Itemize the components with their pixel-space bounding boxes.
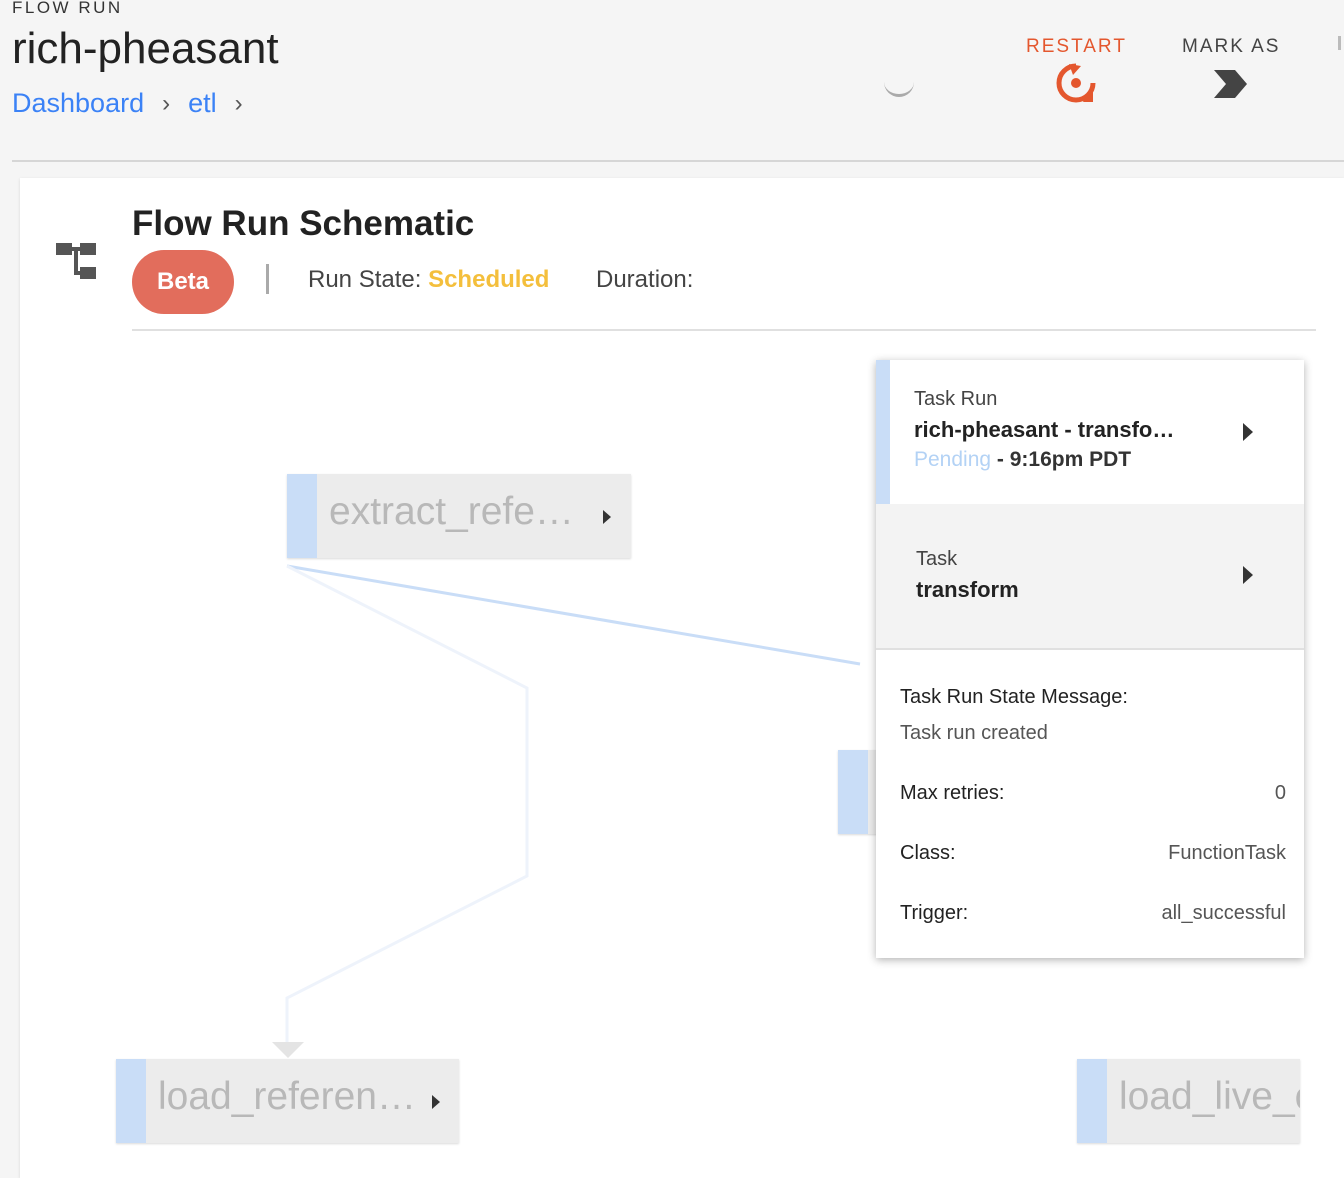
task-node-load-reference[interactable]: load_referen… xyxy=(116,1059,459,1143)
page-overline: FLOW RUN xyxy=(12,0,123,17)
beta-badge: Beta xyxy=(132,250,234,314)
page-title: rich-pheasant xyxy=(12,24,279,73)
play-arrow-icon[interactable] xyxy=(1243,566,1253,584)
mark-as-button[interactable]: MARK AS xyxy=(1182,36,1280,106)
node-label: load_referen… xyxy=(158,1075,416,1118)
play-arrow-icon[interactable] xyxy=(1243,423,1253,441)
task-heading: Task xyxy=(916,548,958,570)
overflow-indicator xyxy=(1338,36,1341,50)
task-run-status: Pending - 9:16pm PDT xyxy=(914,448,1131,472)
task-run-time: - 9:16pm PDT xyxy=(991,448,1132,471)
task-run-heading: Task Run xyxy=(914,388,998,410)
max-retries-row: Max retries: 0 xyxy=(900,782,1286,805)
task-run-state-bar xyxy=(876,360,890,504)
task-node-extract[interactable]: extract_refe… xyxy=(287,474,631,558)
chevron-right-icon: › xyxy=(162,89,171,117)
restart-button[interactable]: RESTART xyxy=(1026,36,1127,110)
trigger-row: Trigger: all_successful xyxy=(900,902,1286,925)
duration-label: Duration: xyxy=(596,266,694,293)
state-message-value: Task run created xyxy=(900,722,1048,744)
schematic-icon xyxy=(56,243,96,279)
header-divider xyxy=(12,160,1344,162)
mark-as-label: MARK AS xyxy=(1182,36,1281,57)
task-run-state: Pending xyxy=(914,448,992,471)
mark-as-chevron-icon xyxy=(1214,70,1248,98)
run-state-value: Scheduled xyxy=(428,266,550,293)
state-message-row: Task Run State Message: xyxy=(900,686,1286,709)
class-row: Class: FunctionTask xyxy=(900,842,1286,865)
restart-icon xyxy=(1056,63,1096,103)
schematic-divider xyxy=(132,329,1316,331)
node-state-bar xyxy=(1077,1059,1107,1143)
task-run-name: rich-pheasant - transfo… xyxy=(914,417,1175,442)
class-value: FunctionTask xyxy=(1168,842,1286,864)
task-run-popup: Task Run rich-pheasant - transfo… Pendin… xyxy=(876,360,1304,958)
breadcrumb-etl-link[interactable]: etl xyxy=(188,88,217,119)
class-label: Class: xyxy=(900,842,956,864)
breadcrumb-dashboard-link[interactable]: Dashboard xyxy=(12,88,144,119)
state-message-value-row: Task run created xyxy=(900,722,1286,745)
schematic-title: Flow Run Schematic xyxy=(132,204,475,243)
task-run-section[interactable]: Task Run rich-pheasant - transfo… Pendin… xyxy=(876,360,1304,504)
node-state-bar xyxy=(116,1059,146,1143)
task-name: transform xyxy=(916,577,1019,602)
restart-label: RESTART xyxy=(1026,36,1127,57)
chevron-right-icon: › xyxy=(234,89,243,117)
node-label: extract_refe… xyxy=(329,490,574,533)
breadcrumb: Dashboard › etl › xyxy=(12,88,261,119)
play-arrow-icon[interactable] xyxy=(432,1095,440,1109)
trigger-label: Trigger: xyxy=(900,902,969,924)
node-state-bar xyxy=(287,474,317,558)
node-state-bar xyxy=(838,750,868,834)
loading-spinner-icon xyxy=(884,74,914,97)
task-node-load-live[interactable]: load_live_c xyxy=(1077,1059,1300,1143)
vertical-divider xyxy=(266,264,269,294)
max-retries-label: Max retries: xyxy=(900,782,1005,804)
trigger-value: all_successful xyxy=(1161,902,1286,924)
run-state-label: Run State: xyxy=(308,266,422,293)
max-retries-value: 0 xyxy=(1274,782,1286,804)
node-label: load_live_c xyxy=(1119,1075,1300,1118)
run-state: Run State: Scheduled xyxy=(308,266,549,294)
task-section[interactable]: Task transform xyxy=(876,504,1304,650)
state-message-label: Task Run State Message: xyxy=(900,686,1128,708)
play-arrow-icon[interactable] xyxy=(603,510,611,524)
